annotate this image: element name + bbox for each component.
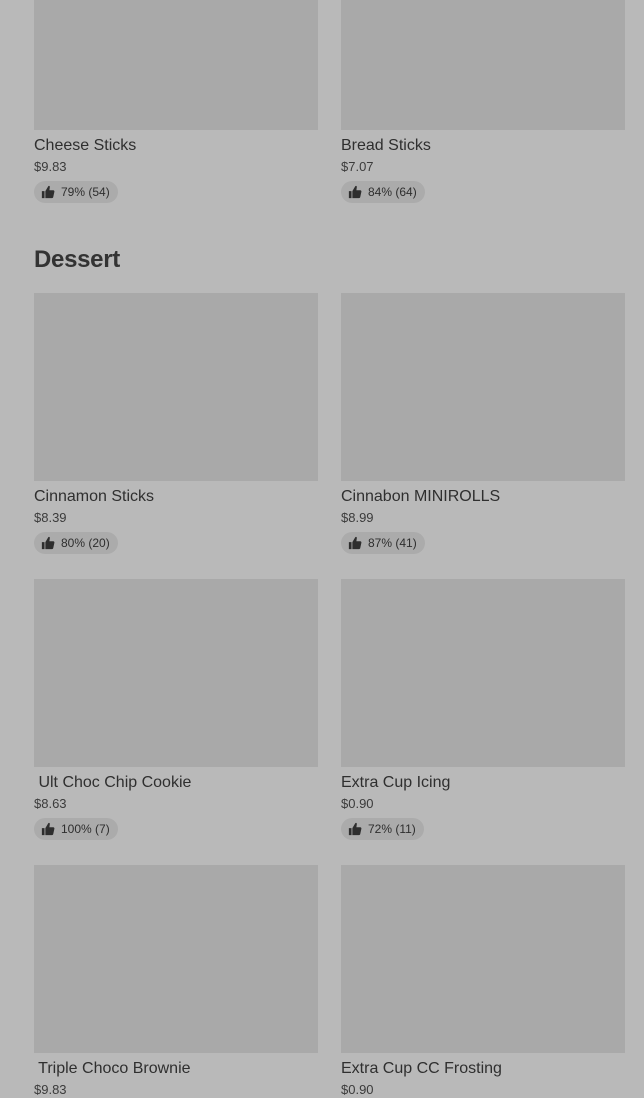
menu-item-price: $9.83 xyxy=(34,159,67,174)
menu-item-image[interactable] xyxy=(341,293,625,481)
menu-item-name: Cheese Sticks xyxy=(34,137,137,154)
menu-item-image[interactable] xyxy=(341,865,625,1053)
thumbs-up-icon xyxy=(348,185,362,199)
menu-page: Cheese Sticks $9.83 79% (54) Bread Stick… xyxy=(0,0,644,1097)
menu-item-card[interactable]: Bread Sticks $7.07 84% (64) xyxy=(341,0,625,204)
thumbs-up-icon xyxy=(41,536,55,550)
rating-badge: 80% (20) xyxy=(34,532,118,554)
menu-item-card[interactable]: Extra Cup CC Frosting $0.90 xyxy=(341,865,625,1098)
rating-badge: 79% (54) xyxy=(34,181,118,203)
rating-badge: 100% (7) xyxy=(34,818,118,840)
rating-text: 87% (41) xyxy=(368,536,417,550)
menu-item-price: $7.07 xyxy=(341,159,374,174)
menu-item-image[interactable] xyxy=(34,865,318,1053)
menu-item-image[interactable] xyxy=(34,0,318,130)
menu-item-name: Bread Sticks xyxy=(341,137,431,154)
menu-item-image[interactable] xyxy=(34,579,318,767)
rating-text: 79% (54) xyxy=(61,185,110,199)
rating-badge: 87% (41) xyxy=(341,532,425,554)
menu-item-price: $8.39 xyxy=(34,510,67,525)
menu-item-name: Cinnabon MINIROLLS xyxy=(341,488,501,505)
menu-item-card[interactable]: Cheese Sticks $9.83 79% (54) xyxy=(34,0,318,204)
menu-item-name: Cinnamon Sticks xyxy=(34,488,155,505)
menu-item-image[interactable] xyxy=(341,0,625,130)
menu-item-image[interactable] xyxy=(34,293,318,481)
thumbs-up-icon xyxy=(348,536,362,550)
menu-item-name: Extra Cup CC Frosting xyxy=(341,1060,502,1077)
menu-item-price: $8.99 xyxy=(341,510,374,525)
rating-text: 100% (7) xyxy=(61,822,110,836)
thumbs-up-icon xyxy=(41,822,55,836)
thumbs-up-icon xyxy=(348,822,362,836)
menu-item-price: $9.83 xyxy=(34,1082,67,1097)
rating-badge: 84% (64) xyxy=(341,181,425,203)
menu-item-card[interactable]: Cinnabon MINIROLLS $8.99 87% (41) xyxy=(341,293,625,555)
menu-item-price: $8.63 xyxy=(34,796,67,811)
menu-item-name: Triple Choco Brownie xyxy=(34,1060,191,1077)
rating-text: 80% (20) xyxy=(61,536,110,550)
menu-item-name: Extra Cup Icing xyxy=(341,774,451,791)
thumbs-up-icon xyxy=(41,185,55,199)
menu-item-card[interactable]: Ult Choc Chip Cookie $8.63 100% (7) xyxy=(34,579,318,841)
rating-text: 72% (11) xyxy=(368,822,416,836)
menu-item-card[interactable]: Extra Cup Icing $0.90 72% (11) xyxy=(341,579,625,841)
menu-item-name: Ult Choc Chip Cookie xyxy=(34,774,192,791)
rating-text: 84% (64) xyxy=(368,185,417,199)
menu-item-card[interactable]: Cinnamon Sticks $8.39 80% (20) xyxy=(34,293,318,555)
menu-item-price: $0.90 xyxy=(341,1082,374,1097)
menu-item-image[interactable] xyxy=(341,579,625,767)
menu-item-card[interactable]: Triple Choco Brownie $9.83 xyxy=(34,865,318,1098)
section-title-dessert: Dessert xyxy=(34,246,120,273)
rating-badge: 72% (11) xyxy=(341,818,424,840)
menu-item-price: $0.90 xyxy=(341,796,374,811)
